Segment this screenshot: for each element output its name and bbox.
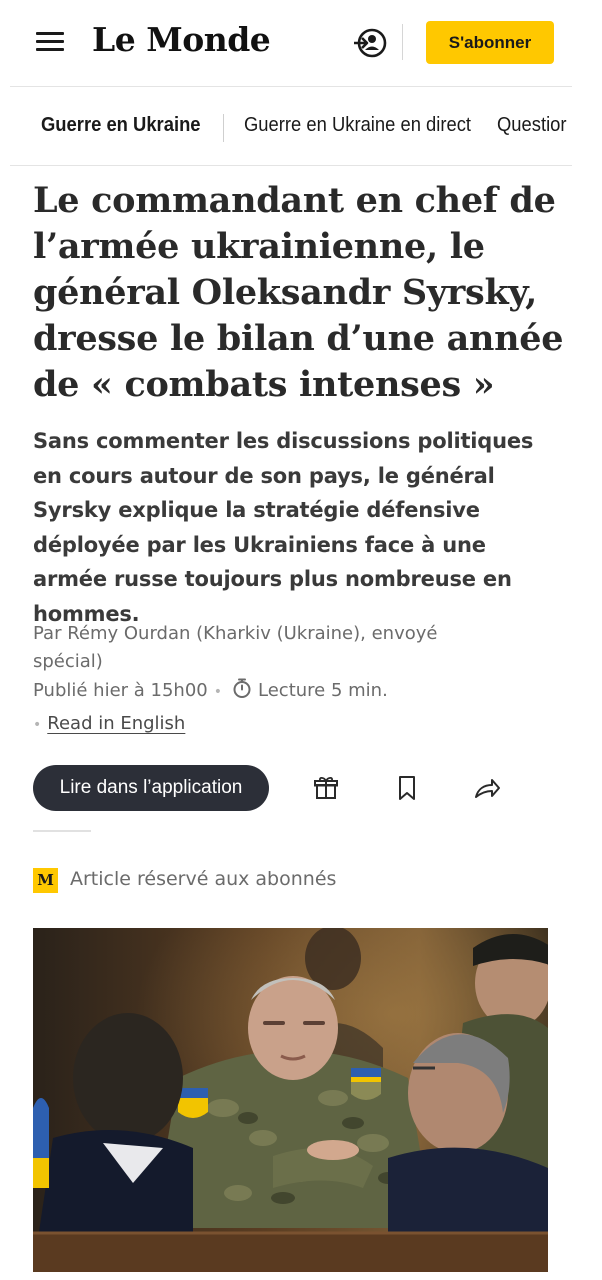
bookmark-icon[interactable] xyxy=(393,774,421,802)
reading-time: Lecture 5 min. xyxy=(258,680,388,701)
section-nav: Guerre en Ukraine Guerre en Ukraine en d… xyxy=(0,100,572,156)
author-byline: Par Rémy Ourdan (Kharkiv (Ukraine), envo… xyxy=(33,623,438,672)
login-user-icon[interactable] xyxy=(352,26,388,60)
section-divider xyxy=(33,830,91,832)
read-in-english-row: • Read in English xyxy=(33,713,185,734)
share-arrow-icon[interactable] xyxy=(473,774,501,802)
open-in-app-button[interactable]: Lire dans l’application xyxy=(33,765,269,811)
le-monde-m-badge-icon: M xyxy=(33,868,58,893)
hamburger-menu-icon[interactable] xyxy=(36,30,64,52)
article-lead-photo[interactable] xyxy=(33,928,548,1272)
gift-icon[interactable] xyxy=(312,774,340,802)
nav-divider xyxy=(223,114,224,142)
header-rule xyxy=(10,86,572,87)
top-bar: Le Monde S'abonner xyxy=(0,0,602,86)
nav-rule xyxy=(10,165,572,166)
nav-item-questions[interactable]: Questior xyxy=(497,114,567,137)
header-divider xyxy=(402,24,403,60)
publication-info: Publié hier à 15h00 • Lecture 5 min. xyxy=(33,677,388,701)
meta-separator: • xyxy=(213,684,223,700)
article-lede: Sans commenter les discussions politique… xyxy=(33,429,534,626)
nav-item-guerre-en-ukraine[interactable]: Guerre en Ukraine xyxy=(41,114,201,137)
nav-item-guerre-en-direct[interactable]: Guerre en Ukraine en direct xyxy=(244,114,471,137)
stopwatch-icon xyxy=(233,678,251,698)
published-time: Publié hier à 15h00 xyxy=(33,680,208,701)
meta-separator: • xyxy=(33,717,42,733)
read-in-english-link[interactable]: Read in English xyxy=(47,713,185,734)
subscribe-button[interactable]: S'abonner xyxy=(426,21,554,64)
article-headline: Le commandant en chef de l’armée ukraini… xyxy=(33,180,564,405)
subscriber-only-text: Article réservé aux abonnés xyxy=(70,868,337,890)
le-monde-logo[interactable]: Le Monde xyxy=(92,20,271,59)
